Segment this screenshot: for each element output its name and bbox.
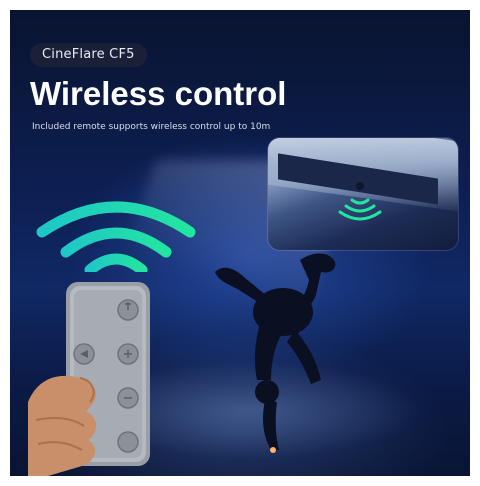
circle-button-icon <box>117 431 139 453</box>
product-badge: CineFlare CF5 <box>30 43 147 67</box>
wireless-signal-icon <box>36 201 196 272</box>
subheadline: Included remote supports wireless contro… <box>32 122 271 132</box>
headline: Wireless control <box>30 75 287 112</box>
remote-in-hand <box>28 282 150 476</box>
breakdancer-silhouette <box>215 253 336 453</box>
receiver-signal-icon <box>338 182 382 221</box>
product-image: CineFlare CF5 Wireless control Included … <box>10 10 470 476</box>
receiver-closeup <box>268 138 458 250</box>
